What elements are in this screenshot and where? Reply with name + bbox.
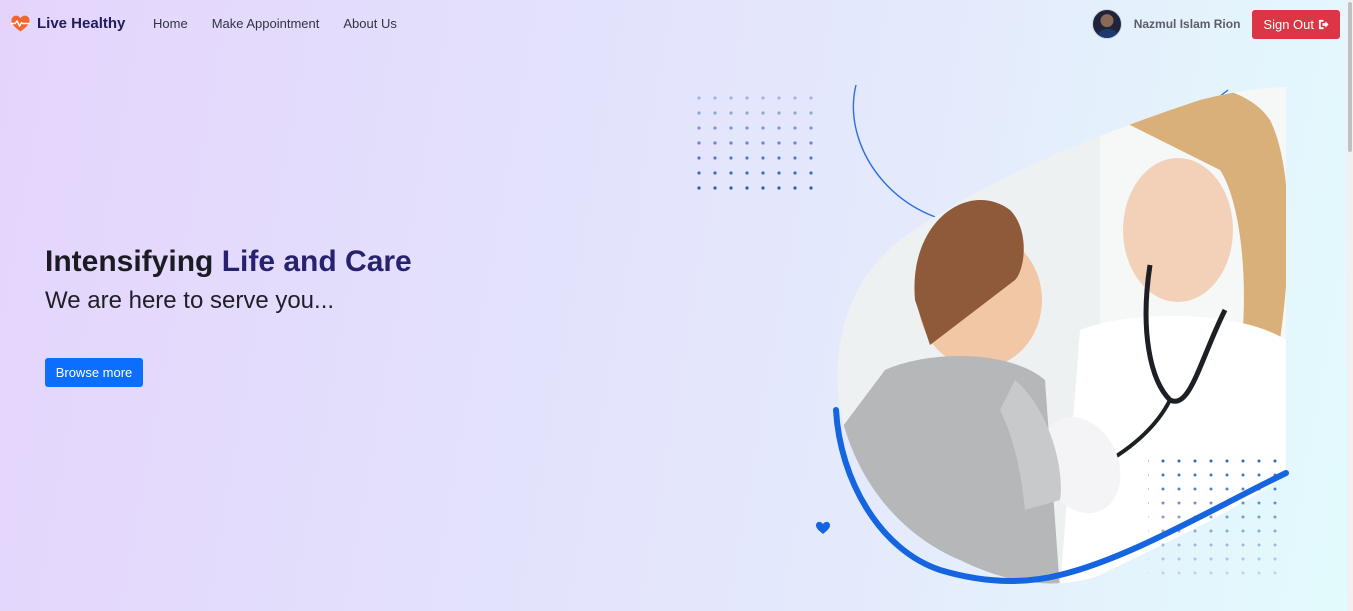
nav-link-make-appointment[interactable]: Make Appointment	[212, 16, 320, 31]
user-name: Nazmul Islam Rion	[1133, 17, 1241, 31]
nav-link-about-us[interactable]: About Us	[343, 16, 396, 31]
hero-title-accent: Life and Care	[221, 245, 412, 278]
heart-pulse-icon	[10, 15, 31, 32]
sign-out-button[interactable]: Sign Out	[1252, 9, 1340, 39]
nav-links: Home Make Appointment About Us	[153, 16, 397, 31]
scrollbar-thumb[interactable]	[1348, 2, 1352, 152]
user-avatar[interactable]	[1091, 9, 1122, 39]
hero-subtitle: We are here to serve you...	[45, 287, 335, 314]
top-navbar: Live Healthy Home Make Appointment About…	[0, 0, 1353, 48]
brand-logo-link[interactable]: Live Healthy	[10, 13, 125, 34]
user-area: Nazmul Islam Rion Sign Out	[1091, 9, 1340, 39]
nav-link-home[interactable]: Home	[153, 16, 188, 31]
sign-out-label: Sign Out	[1263, 16, 1314, 32]
brand-name: Live Healthy	[37, 15, 126, 32]
doctor-examining-child-illustration	[688, 84, 1289, 585]
sign-out-icon	[1318, 19, 1329, 29]
hero-title-part1: Intensifying	[45, 245, 222, 278]
small-heart-icon	[816, 521, 830, 534]
browse-more-button[interactable]: Browse more	[45, 358, 143, 387]
scrollbar[interactable]	[1347, 0, 1353, 611]
hero-title: Intensifying Life and Care	[45, 245, 412, 279]
